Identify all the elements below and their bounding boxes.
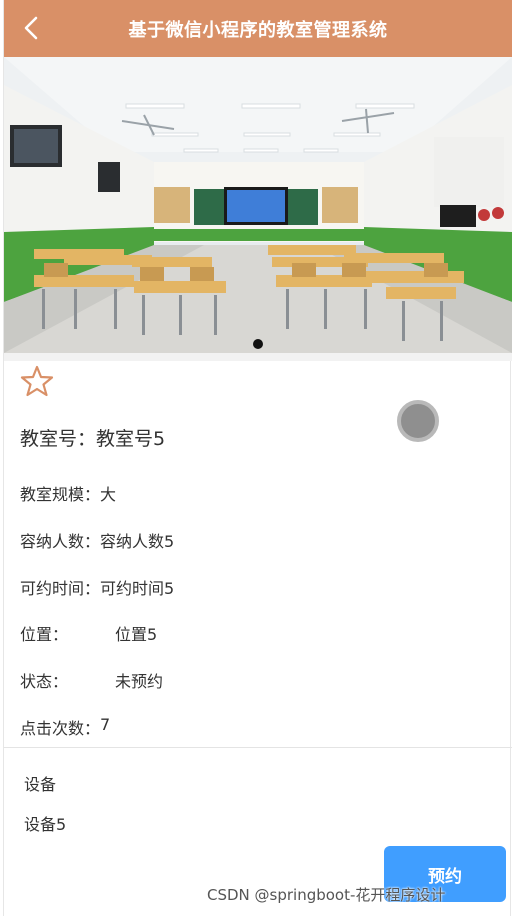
info-row-capacity: 容纳人数： 容纳人数5 <box>20 528 174 552</box>
info-label: 容纳人数： <box>20 532 101 551</box>
info-label: 状态： <box>20 672 69 691</box>
info-row-available-time: 可约时间： 可约时间5 <box>20 575 174 599</box>
floating-assistive-button[interactable] <box>397 400 439 442</box>
room-number-label: 教室号： <box>20 428 97 450</box>
carousel-indicator-active[interactable] <box>253 339 263 349</box>
classroom-photo <box>4 57 512 353</box>
section-gap <box>4 353 512 361</box>
page-title: 基于微信小程序的教室管理系统 <box>128 19 388 41</box>
chevron-left-icon <box>24 16 38 40</box>
info-value: 未预约 <box>115 672 164 691</box>
info-value: 大 <box>100 485 117 504</box>
info-value: 可约时间5 <box>100 579 175 598</box>
info-row-status: 状态： 未预约 <box>20 668 163 692</box>
equipment-label: 设备 <box>24 775 57 794</box>
app-frame: 基于微信小程序的教室管理系统 教室号：教室号5 教室规模： 大 容纳人数： 容纳… <box>3 0 512 916</box>
info-row-click-count: 点击次数： 7 <box>20 715 110 739</box>
room-number-value: 教室号5 <box>96 428 166 450</box>
info-label: 点击次数： <box>20 719 101 738</box>
info-label: 位置： <box>20 625 69 644</box>
star-outline-icon <box>20 365 54 397</box>
info-value: 容纳人数5 <box>100 532 175 551</box>
top-navigation-bar: 基于微信小程序的教室管理系统 <box>4 0 512 57</box>
info-row-location: 位置： 位置5 <box>20 621 157 645</box>
divider <box>4 747 512 748</box>
classroom-image-carousel[interactable] <box>4 57 512 353</box>
watermark-text: CSDN @springboot-花开程序设计 <box>207 886 446 904</box>
back-button[interactable] <box>14 10 50 46</box>
info-label: 教室规模： <box>20 485 101 504</box>
info-value: 7 <box>100 715 111 734</box>
info-row-scale: 教室规模：大 <box>20 481 116 505</box>
favorite-button[interactable] <box>20 364 54 398</box>
equipment-value: 设备5 <box>24 815 67 834</box>
info-label: 可约时间： <box>20 579 101 598</box>
info-value: 位置5 <box>115 625 158 644</box>
room-number-heading: 教室号：教室号5 <box>20 424 165 451</box>
